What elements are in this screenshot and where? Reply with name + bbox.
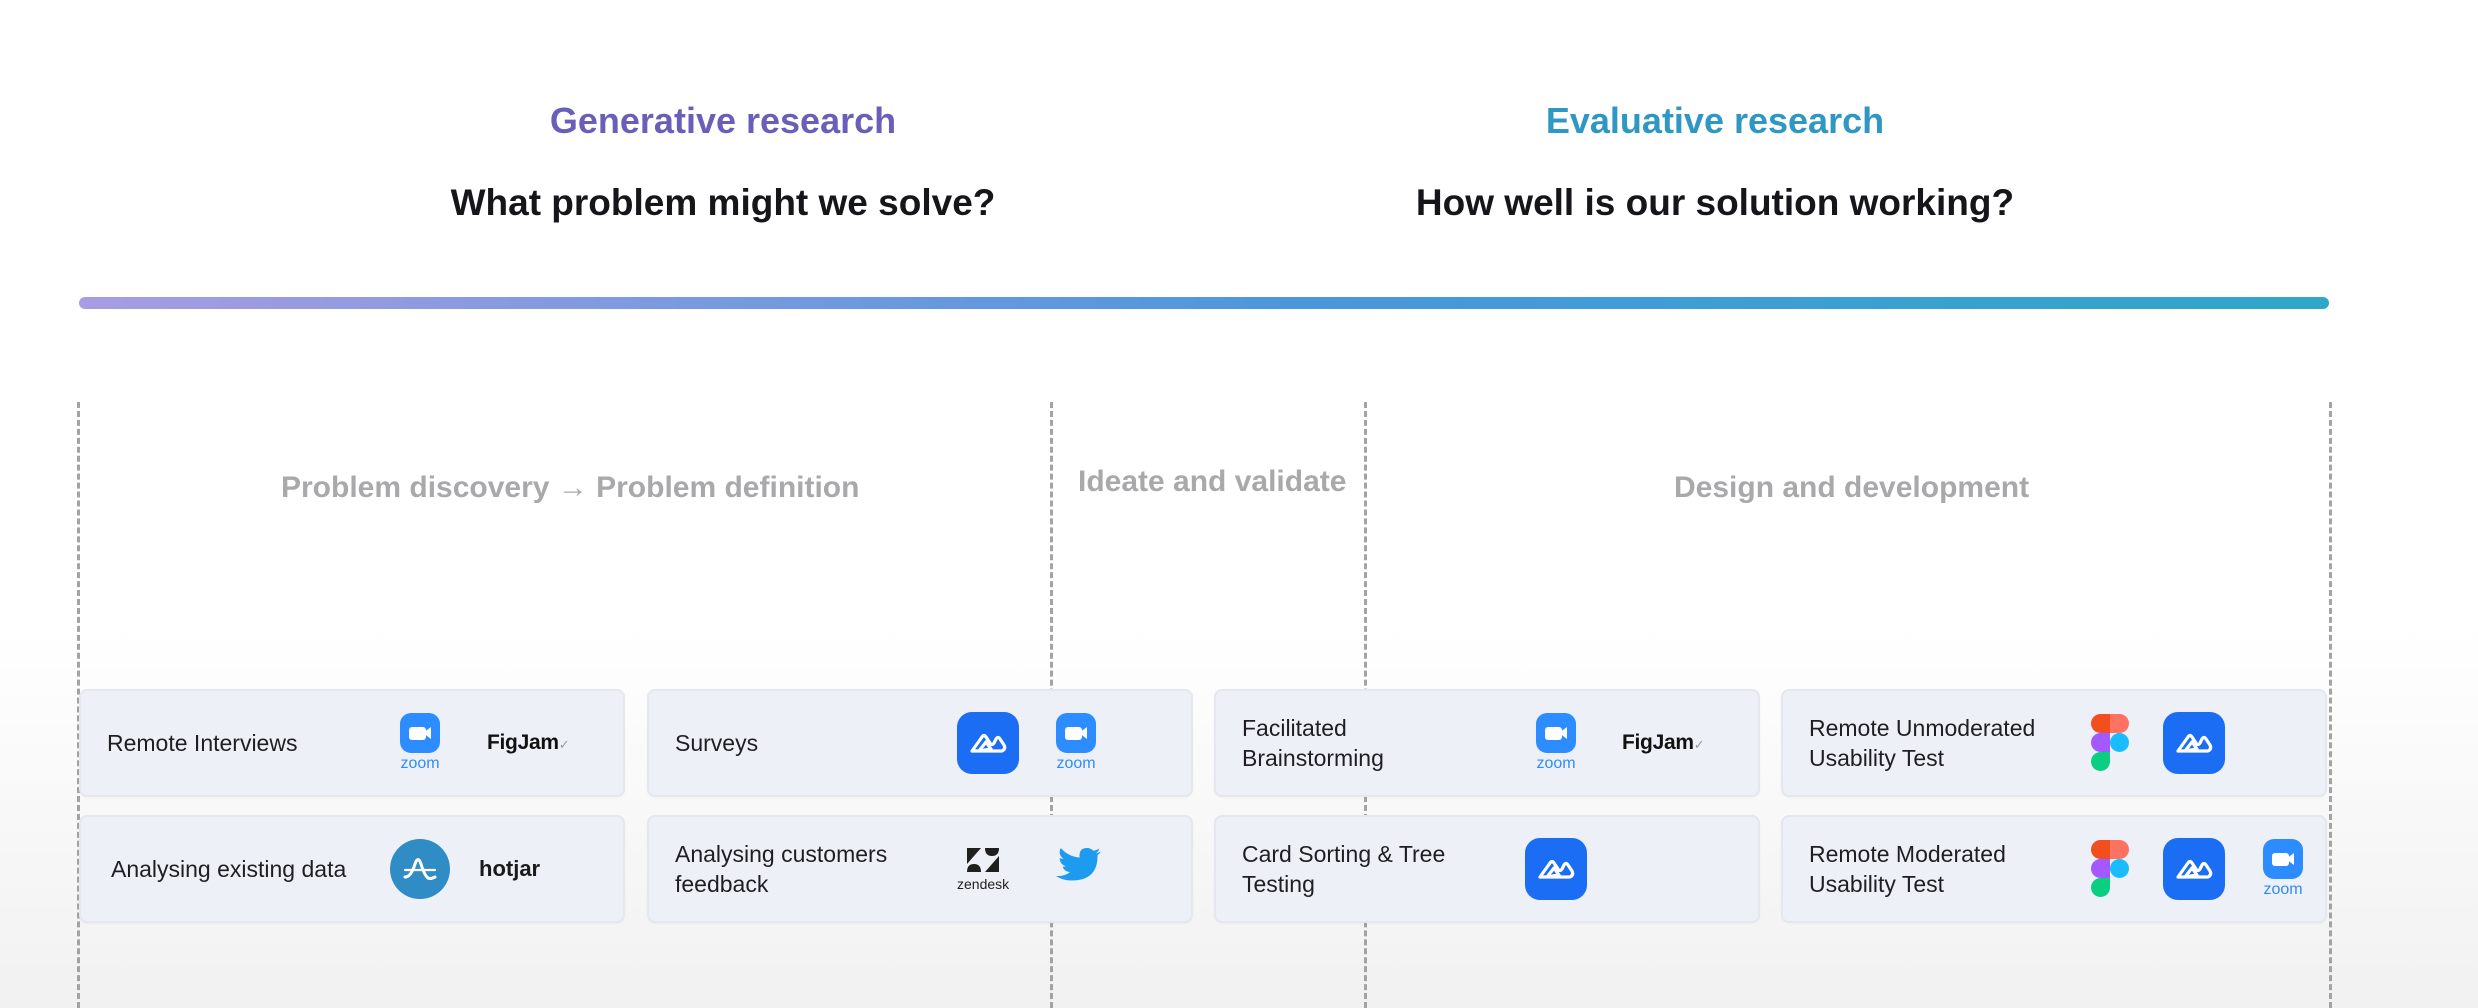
method-card-analysing-customers-feedback[interactable]: Analysing customers feedback zendesk — [647, 815, 1193, 923]
method-label: Remote Unmoderated Usability Test — [1809, 715, 2036, 771]
phase-problem-discovery: Problem discovery → Problem definition — [281, 471, 860, 504]
zoom-icon: zoom — [1046, 713, 1106, 773]
method-card-remote-moderated[interactable]: Remote Moderated Usability Test zoom — [1781, 815, 2327, 923]
method-label: Remote Interviews — [107, 730, 298, 756]
generative-research-question: What problem might we solve? — [450, 182, 996, 223]
hotjar-wordmark: hotjar — [479, 856, 541, 881]
zoom-wordmark: zoom — [1536, 755, 1576, 772]
amplitude-icon — [390, 839, 450, 899]
research-spectrum-bar — [79, 297, 2329, 309]
figjam-wordmark: FigJam — [1622, 731, 1694, 754]
zoom-wordmark: zoom — [1056, 755, 1096, 772]
twitter-icon — [1054, 847, 1102, 892]
evaluative-research-title: Evaluative research — [1545, 100, 1885, 141]
figjam-logo: FigJam✓ — [487, 731, 570, 754]
generative-research-heading: Generative research What problem might w… — [273, 100, 1173, 224]
method-card-remote-unmoderated[interactable]: Remote Unmoderated Usability Test — [1781, 689, 2327, 797]
method-label: Surveys — [675, 730, 759, 756]
figjam-logo: FigJam✓ — [1622, 731, 1705, 754]
method-card-remote-interviews[interactable]: Remote Interviews zoom FigJam✓ — [79, 689, 625, 797]
method-label: Facilitated Brainstorming — [1242, 715, 1384, 771]
method-label: Remote Moderated Usability Test — [1809, 841, 2006, 897]
zoom-wordmark: zoom — [2263, 881, 2303, 898]
method-card-analysing-existing-data[interactable]: Analysing existing data hotjar — [79, 815, 625, 923]
evaluative-research-heading: Evaluative research How well is our solu… — [1265, 100, 2165, 224]
figjam-wordmark: FigJam — [487, 731, 559, 754]
maze-icon — [2163, 838, 2225, 900]
method-label: Analysing customers feedback — [675, 841, 888, 897]
zoom-icon: zoom — [2253, 839, 2313, 899]
zoom-icon: zoom — [1526, 713, 1586, 773]
hotjar-logo: hotjar — [479, 856, 540, 882]
method-card-facilitated-brainstorming[interactable]: Facilitated Brainstorming zoom FigJam✓ — [1214, 689, 1760, 797]
maze-icon — [2163, 712, 2225, 774]
maze-icon — [1525, 838, 1587, 900]
generative-research-title: Generative research — [549, 100, 897, 141]
figma-icon — [2091, 840, 2129, 898]
evaluative-research-question: How well is our solution working? — [1415, 182, 2015, 223]
zoom-wordmark: zoom — [400, 755, 440, 772]
maze-icon — [957, 712, 1019, 774]
zoom-icon: zoom — [390, 713, 450, 773]
method-card-surveys[interactable]: Surveys zoom — [647, 689, 1193, 797]
zendesk-icon: zendesk — [957, 846, 1009, 892]
column-divider — [2329, 402, 2332, 1008]
figma-icon — [2091, 714, 2129, 772]
phase-design-development: Design and development — [1674, 471, 2030, 504]
method-label: Card Sorting & Tree Testing — [1242, 841, 1446, 897]
method-label: Analysing existing data — [111, 856, 347, 882]
phase-ideate-validate: Ideate and validate — [1078, 465, 1347, 498]
method-card-card-sorting[interactable]: Card Sorting & Tree Testing — [1214, 815, 1760, 923]
zendesk-wordmark: zendesk — [957, 876, 1010, 892]
